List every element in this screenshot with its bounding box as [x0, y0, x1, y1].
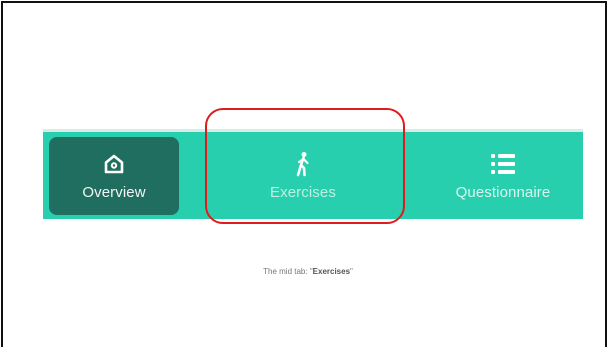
tab-exercises[interactable]: Exercises — [203, 137, 403, 215]
home-icon — [100, 150, 128, 178]
tab-overview[interactable]: Overview — [49, 136, 179, 215]
caption-highlight: Exercises — [312, 267, 351, 276]
tab-questionnaire-label: Questionnaire — [455, 184, 551, 201]
annotation-caption: The mid tab: "Exercises" — [3, 267, 610, 276]
walking-person-icon — [289, 150, 317, 178]
screenshot-frame: Overview Exercises Questionnaire The mid… — [1, 1, 607, 347]
caption-suffix: " — [350, 267, 353, 276]
tab-exercises-label: Exercises — [270, 184, 336, 201]
tab-overview-label: Overview — [82, 184, 146, 201]
list-icon — [489, 150, 517, 178]
tab-questionnaire[interactable]: Questionnaire — [428, 137, 578, 215]
bottom-tab-bar: Overview Exercises Questionnaire — [43, 129, 583, 219]
caption-prefix: The mid tab: " — [263, 267, 313, 276]
